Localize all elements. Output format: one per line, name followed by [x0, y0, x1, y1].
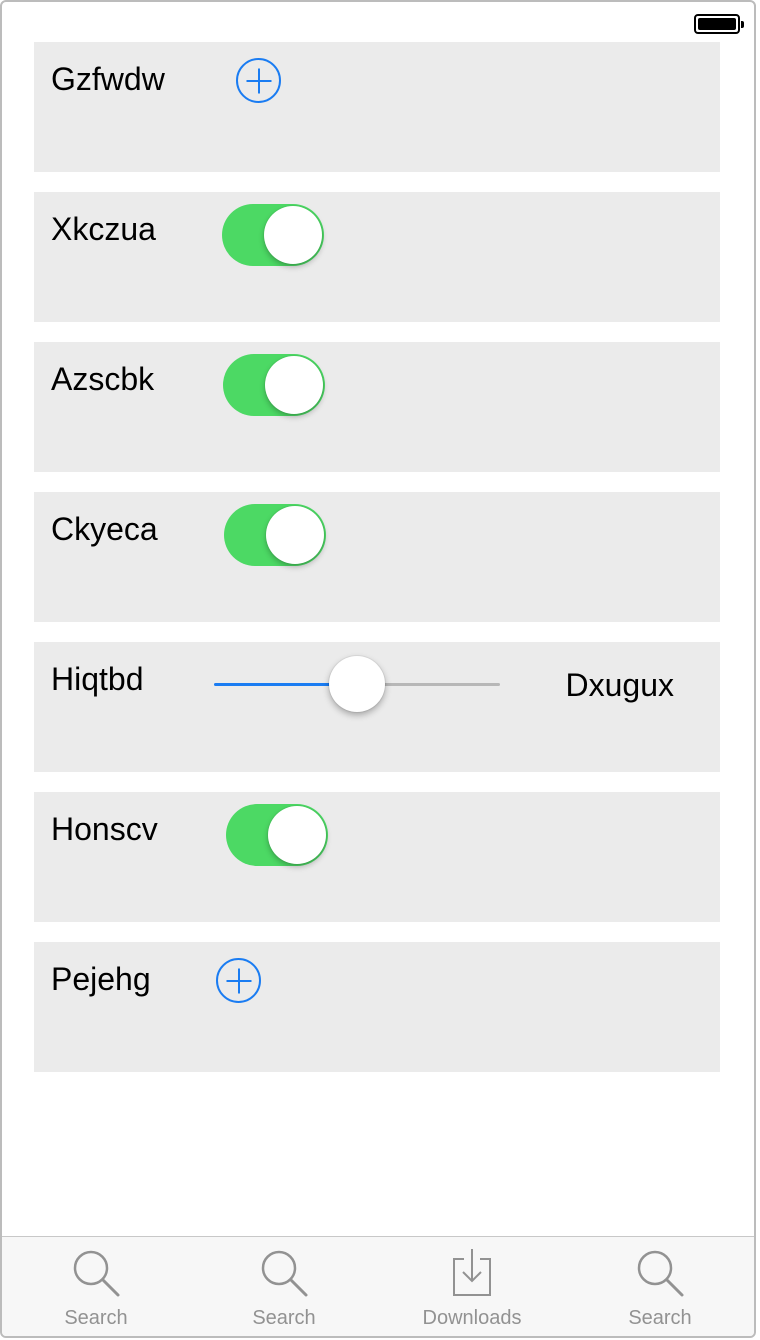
toggle-switch[interactable] — [223, 354, 325, 416]
download-icon — [453, 1249, 491, 1296]
add-button[interactable] — [216, 958, 261, 1003]
search-icon — [73, 1250, 120, 1297]
battery-icon — [694, 14, 744, 34]
slider-thumb[interactable] — [329, 656, 385, 712]
search-icon — [261, 1250, 308, 1297]
status-bar — [2, 2, 754, 42]
slider-value-label: Dxugux — [565, 667, 675, 703]
search-icon — [637, 1250, 684, 1297]
slider[interactable] — [214, 656, 500, 714]
row-label: Pejehg — [51, 961, 151, 997]
tab-label: Downloads — [422, 1307, 522, 1329]
toggle-knob — [265, 356, 323, 414]
row-ckyeca: Ckyeca — [34, 492, 720, 622]
tab-bar: Search Search Downloads Search — [2, 1236, 754, 1336]
settings-list: Gzfwdw Xkczua Azscbk Ckyeca Hiqtbd Dxugu… — [34, 42, 720, 1092]
row-label: Azscbk — [51, 361, 155, 397]
tab-label: Search — [628, 1307, 692, 1329]
toggle-knob — [266, 506, 324, 564]
toggle-switch[interactable] — [222, 204, 324, 266]
device-frame: Gzfwdw Xkczua Azscbk Ckyeca Hiqtbd Dxugu… — [0, 0, 756, 1338]
toggle-switch[interactable] — [226, 804, 328, 866]
row-azscbk: Azscbk — [34, 342, 720, 472]
row-xkczua: Xkczua — [34, 192, 720, 322]
row-label: Hiqtbd — [51, 661, 144, 697]
row-label: Ckyeca — [51, 511, 158, 547]
row-label: Honscv — [51, 811, 158, 847]
row-hiqtbd: Hiqtbd Dxugux — [34, 642, 720, 772]
toggle-knob — [268, 806, 326, 864]
row-label: Xkczua — [51, 211, 156, 247]
row-honscv: Honscv — [34, 792, 720, 922]
tab-search-1[interactable]: Search — [2, 1237, 190, 1336]
tab-downloads[interactable]: Downloads — [378, 1237, 566, 1336]
row-label: Gzfwdw — [51, 61, 165, 97]
tab-search-2[interactable]: Search — [190, 1237, 378, 1336]
row-gzfwdw: Gzfwdw — [34, 42, 720, 172]
toggle-switch[interactable] — [224, 504, 326, 566]
row-pejehg: Pejehg — [34, 942, 720, 1072]
tab-label: Search — [252, 1307, 316, 1329]
toggle-knob — [264, 206, 322, 264]
add-button[interactable] — [236, 58, 281, 103]
tab-label: Search — [64, 1307, 128, 1329]
tab-search-3[interactable]: Search — [566, 1237, 754, 1336]
